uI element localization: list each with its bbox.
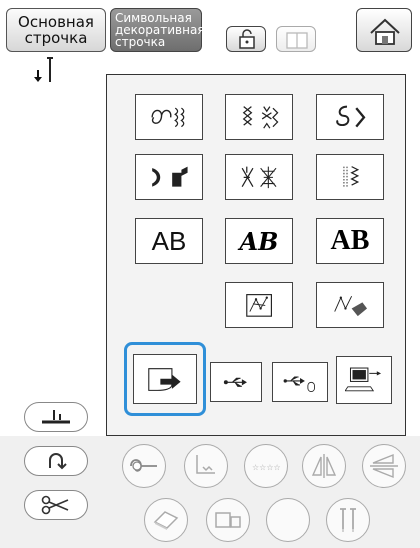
twin-needle-icon	[340, 508, 356, 532]
usb-icon	[223, 377, 247, 387]
combine-stitch-icon	[196, 455, 215, 474]
flourish-icon	[151, 107, 185, 127]
satin-icon	[152, 166, 188, 187]
tile-cross-stitch[interactable]	[225, 154, 293, 200]
thread-button[interactable]	[24, 446, 88, 476]
tile-decorative-pattern-2[interactable]	[225, 94, 293, 140]
usb-computer-icon	[345, 367, 382, 392]
storage-usb-button[interactable]	[210, 362, 262, 402]
mirror-vertical-icon	[311, 454, 337, 478]
stitch-pen-icon	[334, 295, 367, 316]
tile-font-ab-serif[interactable]: AB	[316, 218, 384, 264]
thread-cutter-button[interactable]	[24, 490, 88, 520]
cross-stitch-icon	[242, 105, 279, 129]
lock-icon	[239, 29, 255, 49]
tile-font-ab-sans[interactable]: AB	[135, 218, 203, 264]
needle-position-indicator	[26, 56, 66, 88]
stars-icon: ☆☆☆☆	[252, 463, 281, 472]
storage-machine-memory-button[interactable]	[133, 354, 197, 404]
pocket-arrow-icon	[148, 368, 181, 392]
tab-basic-stitch[interactable]: Основная строчка	[6, 8, 106, 52]
tile-my-custom-stitch[interactable]	[225, 282, 293, 328]
storage-usb-computer-button[interactable]	[336, 356, 392, 404]
delete-button[interactable]	[144, 498, 188, 542]
font-ab-script-label: AB	[239, 226, 279, 256]
tile-font-ab-script[interactable]: AB	[225, 218, 293, 264]
swirl-icon	[336, 105, 366, 127]
svg-text:☆☆☆☆: ☆☆☆☆	[252, 463, 281, 472]
home-button[interactable]	[356, 8, 412, 52]
mirror-combine-button[interactable]	[184, 444, 228, 488]
return-arrow-icon	[130, 459, 157, 472]
edit-return-button[interactable]	[122, 444, 166, 488]
mirror-horizontal-button[interactable]	[362, 444, 406, 488]
eraser-icon	[153, 511, 179, 530]
needle-down-icon	[34, 57, 53, 82]
presser-foot-button[interactable]	[24, 402, 88, 432]
lock-button[interactable]	[226, 26, 266, 52]
book-icon	[286, 32, 308, 49]
tab-basic-line2: строчка	[24, 29, 88, 47]
usb-mouse-icon	[283, 376, 316, 392]
tab-character-decorative[interactable]: Символьная декоративная строчка	[110, 8, 205, 52]
size-icon	[215, 512, 241, 528]
tile-utility-decorative[interactable]	[316, 154, 384, 200]
custom-stitch-icon	[246, 293, 272, 317]
blank-button[interactable]	[266, 498, 310, 542]
twin-needle-button[interactable]	[326, 498, 370, 542]
tile-satin-stitch[interactable]	[135, 154, 203, 200]
presser-foot-icon	[42, 410, 70, 424]
stitch-density-button[interactable]: ☆☆☆☆	[244, 444, 288, 488]
tile-stored-pattern[interactable]	[316, 282, 384, 328]
storage-usb-mouse-button[interactable]	[272, 362, 328, 402]
mirror-vertical-button[interactable]	[302, 444, 346, 488]
home-icon	[370, 18, 400, 45]
cross-icon	[241, 166, 277, 188]
size-button[interactable]	[206, 498, 250, 542]
thread-icon	[49, 453, 67, 470]
tile-decorative-pattern-3[interactable]	[316, 94, 384, 140]
scissors-icon	[41, 495, 69, 515]
zigzag-icon	[343, 165, 360, 188]
book-button[interactable]	[276, 26, 316, 52]
font-ab-sans-label: AB	[151, 225, 187, 256]
tile-decorative-pattern-1[interactable]	[135, 94, 203, 140]
tab-basic-line1: Основная	[18, 13, 94, 31]
font-ab-serif-label: AB	[330, 225, 370, 256]
mirror-horizontal-icon	[370, 453, 398, 479]
tab-char-line3: строчка	[115, 35, 166, 49]
